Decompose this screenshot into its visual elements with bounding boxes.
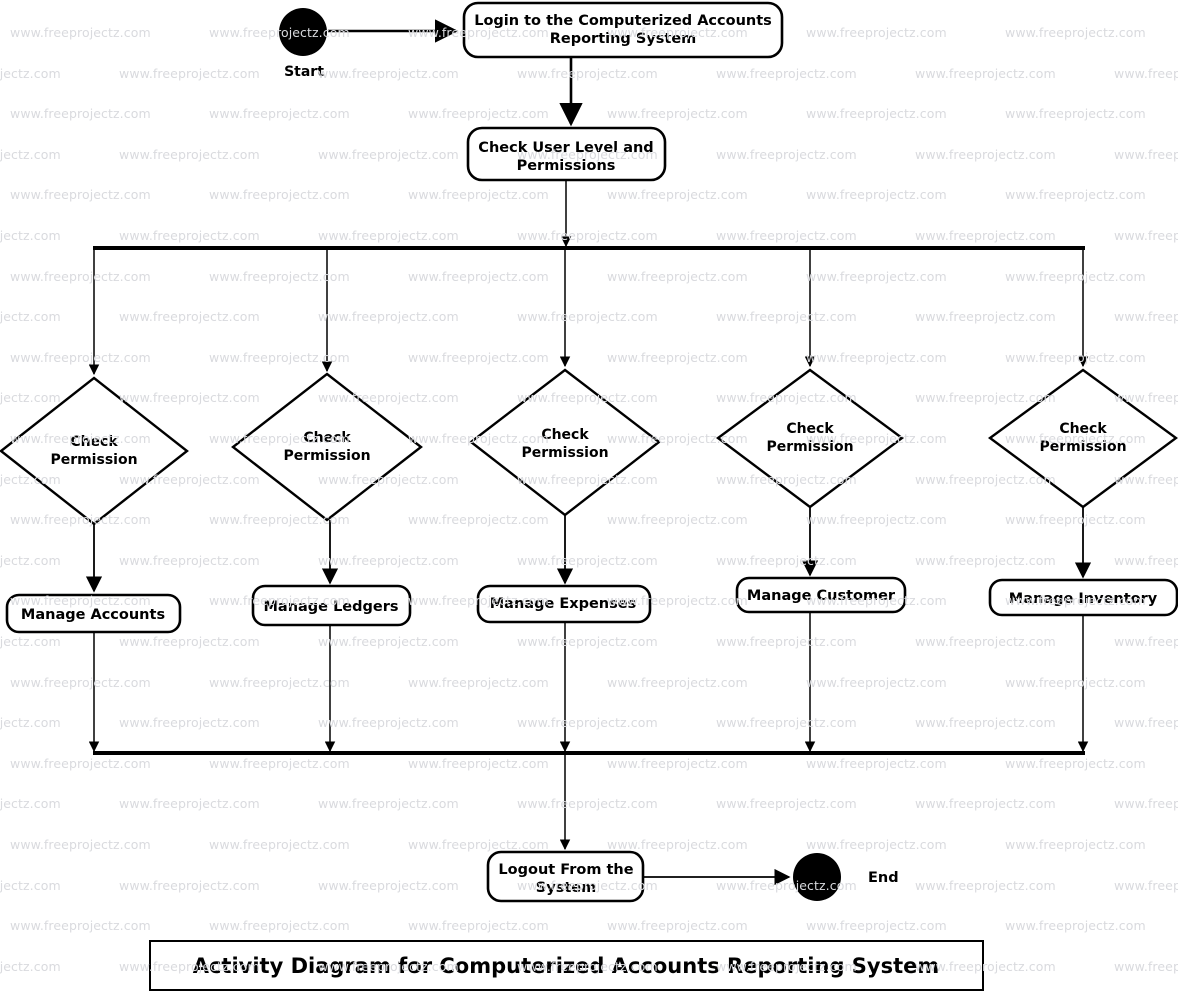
activity-logout-line1: Logout From the bbox=[498, 862, 633, 878]
action-manage-expenses-label: Manage Expenses bbox=[490, 596, 636, 612]
end-label: End bbox=[868, 870, 899, 886]
activity-login bbox=[462, 1, 784, 59]
end-node bbox=[793, 853, 841, 901]
action-manage-customer-label: Manage Customer bbox=[747, 588, 896, 604]
activity-diagram-svg: Start Login to the Computerized Accounts… bbox=[0, 1, 1178, 991]
decision-4-line2: Permission bbox=[766, 439, 853, 455]
action-manage-ledgers-label: Manage Ledgers bbox=[263, 599, 398, 615]
activity-diagram-canvas: Start Login to the Computerized Accounts… bbox=[0, 0, 1178, 994]
activity-login-line1: Login to the Computerized Accounts bbox=[474, 13, 772, 29]
diagram-title: Activity Diagram for Computerized Accoun… bbox=[193, 954, 940, 978]
activity-logout-line2: System bbox=[536, 880, 596, 896]
decision-check-permission-2 bbox=[231, 372, 423, 522]
decision-5-line2: Permission bbox=[1039, 439, 1126, 455]
decision-3-line1: Check bbox=[541, 427, 589, 443]
action-manage-accounts-label: Manage Accounts bbox=[21, 607, 165, 623]
decision-5-line1: Check bbox=[1059, 421, 1107, 437]
decision-1-line1: Check bbox=[70, 434, 118, 450]
decision-4-line1: Check bbox=[786, 421, 834, 437]
action-manage-inventory-label: Manage Inventory bbox=[1009, 591, 1158, 607]
start-node bbox=[279, 8, 327, 56]
decision-check-permission-1 bbox=[0, 376, 189, 526]
activity-login-line2: Reporting System bbox=[550, 31, 697, 47]
start-label: Start bbox=[284, 64, 324, 80]
activity-check-user-line1: Check User Level and bbox=[478, 140, 653, 156]
decision-2-line2: Permission bbox=[283, 448, 370, 464]
decision-3-line2: Permission bbox=[521, 445, 608, 461]
activity-check-user-line2: Permissions bbox=[517, 158, 616, 174]
decision-1-line2: Permission bbox=[50, 452, 137, 468]
decision-2-line1: Check bbox=[303, 430, 351, 446]
